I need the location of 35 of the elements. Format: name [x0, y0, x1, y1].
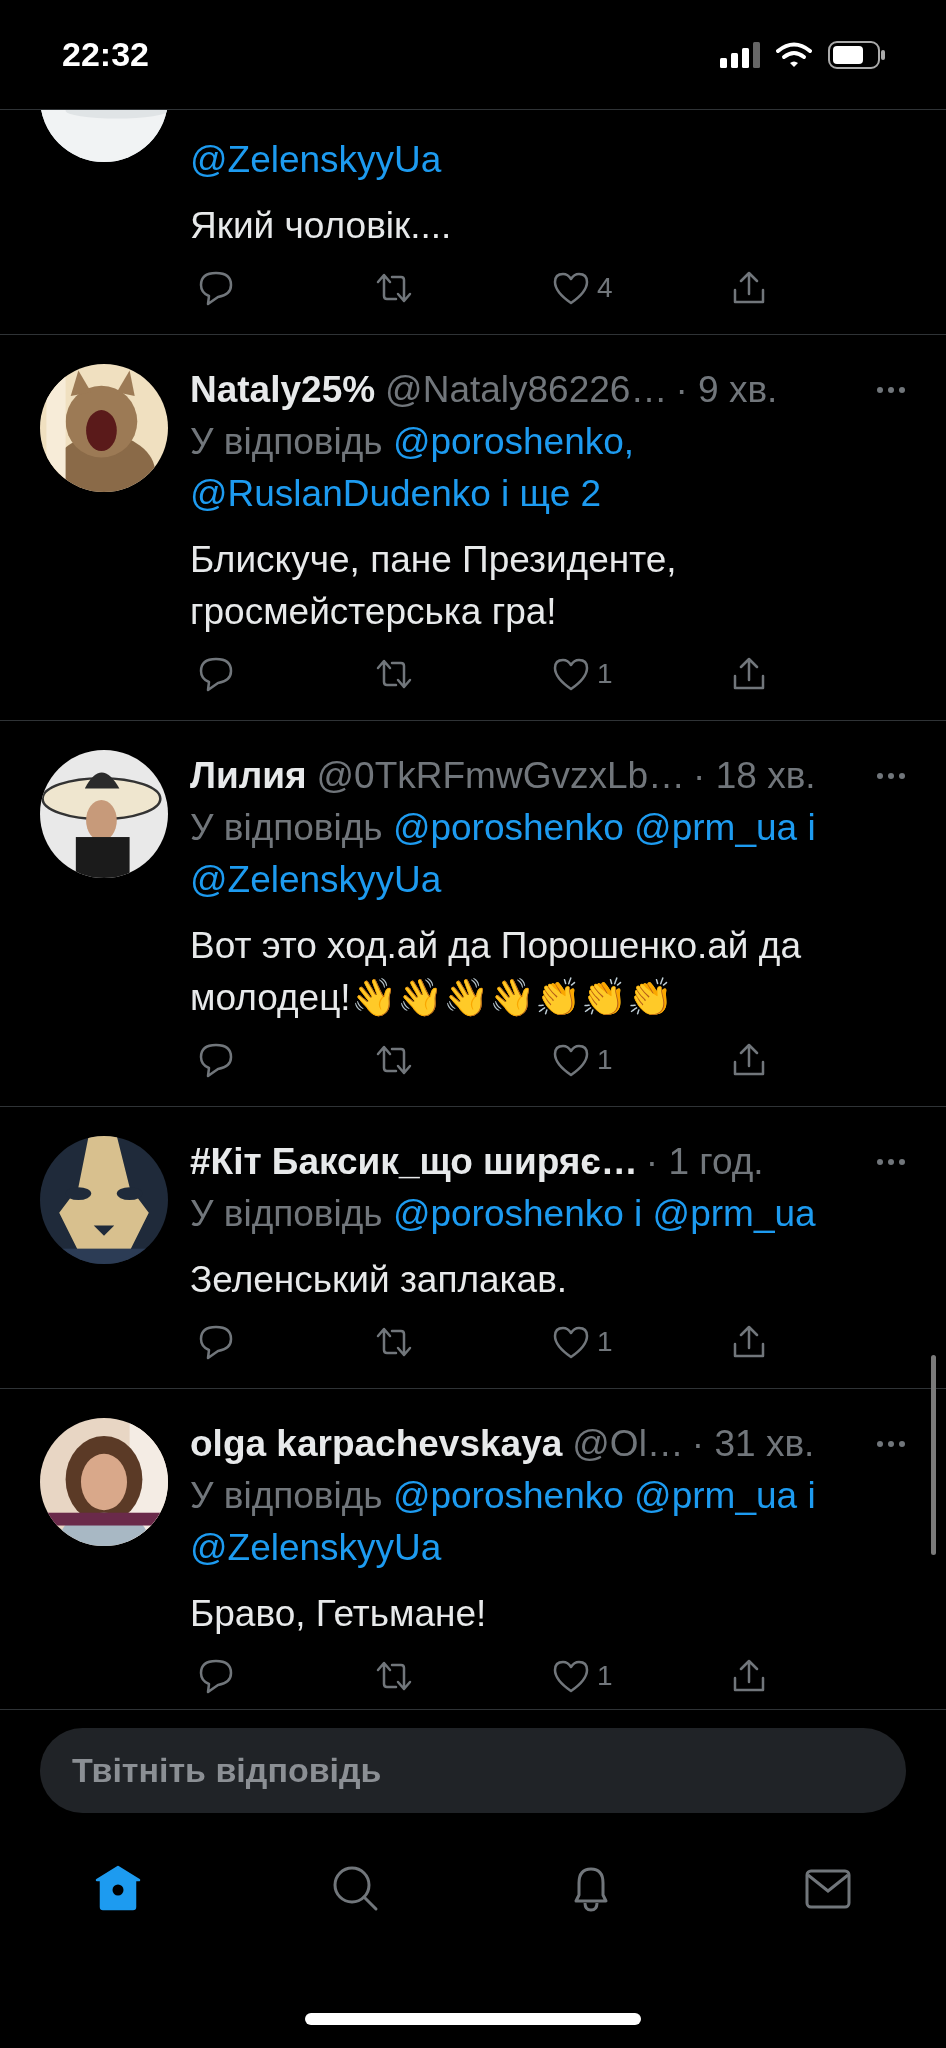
tweet-time: · 9 хв.	[675, 369, 778, 411]
reply-to-line[interactable]: У відповідь @poroshenko, @RuslanDudenko і ще 2	[190, 416, 906, 520]
tweet-text: Блискуче, пане Президенте, гросмейстерська гра!	[190, 538, 678, 634]
user-handle: @Ol…	[572, 1423, 684, 1465]
tweet-text: Який чоловік....	[190, 204, 453, 248]
reply-to-line[interactable]: У відповідь @poroshenko @prm_ua і @ZelenskyyUa	[190, 1470, 906, 1574]
like-count: 4	[597, 272, 613, 304]
like-count: 1	[597, 1044, 613, 1076]
battery-icon	[828, 40, 886, 69]
like-count: 1	[597, 1326, 613, 1358]
tweet-text: Вот это ход.ай да Порошенко.ай да молодец!👋👋👋👋👏👏👏	[190, 924, 802, 1020]
user-name[interactable]: Лилия	[190, 755, 307, 797]
user-handle: @0TkRFmwGvzxLb…	[316, 755, 686, 797]
more-icon[interactable]	[876, 1158, 906, 1166]
reply-to-line[interactable]: @ZelenskyyUa	[190, 134, 906, 186]
signal-icon	[720, 41, 760, 68]
user-name[interactable]: #Кіт Баксик_що ширяє…	[190, 1141, 638, 1183]
tweet-time: · 1 год.	[645, 1141, 764, 1183]
user-name[interactable]: Nataly25%	[190, 369, 376, 411]
more-icon[interactable]	[876, 386, 906, 394]
reply-field[interactable]: Твітніть відповідь	[40, 1728, 906, 1813]
user-handle: @Nataly86226…	[385, 369, 668, 411]
tweet-time: · 31 хв.	[691, 1423, 815, 1465]
status-time: 22:32	[62, 35, 149, 74]
like-count: 1	[597, 658, 613, 690]
more-icon[interactable]	[876, 772, 906, 780]
more-icon[interactable]	[876, 1440, 906, 1448]
reply-to-line[interactable]: У відповідь @poroshenko @prm_ua і @ZelenskyyUa	[190, 802, 906, 906]
user-name[interactable]: olga karpachevskaya	[190, 1423, 563, 1465]
like-count: 1	[597, 1660, 613, 1692]
tweet-text: Браво, Гетьмане!	[190, 1592, 488, 1636]
tweet-time: · 18 хв.	[693, 755, 816, 797]
wifi-icon	[776, 41, 812, 68]
reply-to-line[interactable]: У відповідь @poroshenko і @prm_ua	[190, 1188, 906, 1240]
tweet-text: Зеленський заплакав.	[190, 1258, 569, 1302]
